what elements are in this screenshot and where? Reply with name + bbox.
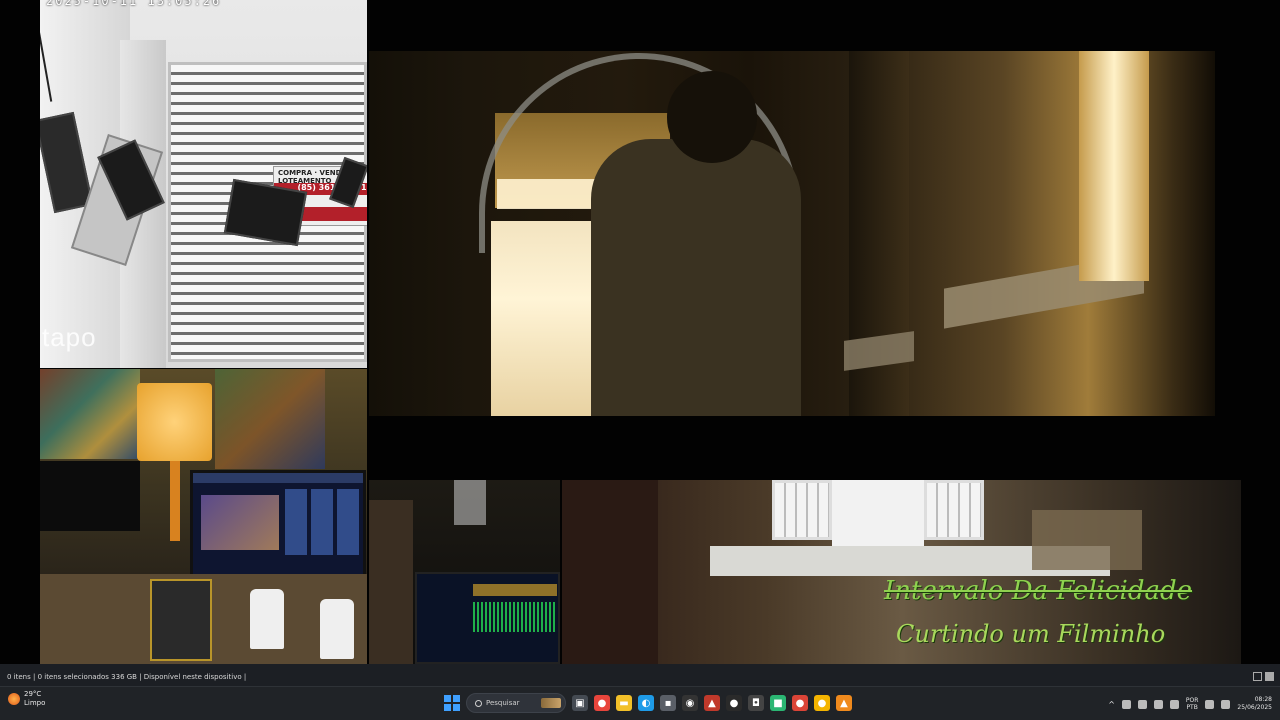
keyboard-layout: PTB bbox=[1186, 704, 1198, 711]
movie-sunlight-strip bbox=[1079, 51, 1149, 281]
weather-temp: 29°C bbox=[24, 690, 42, 698]
weather-condition: Limpo bbox=[24, 699, 46, 707]
clock[interactable]: 08:28 25/06/2025 bbox=[1237, 696, 1272, 712]
search-icon bbox=[475, 699, 482, 707]
lamp-stand bbox=[170, 461, 180, 541]
monitor-video-thumb bbox=[201, 495, 279, 550]
desk-window bbox=[772, 480, 832, 540]
language-indicator[interactable]: POR PTB bbox=[1186, 697, 1199, 711]
language-code: POR bbox=[1185, 697, 1199, 704]
bottle bbox=[250, 589, 284, 649]
cloud-icon[interactable] bbox=[1121, 699, 1131, 709]
clock-date: 25/06/2025 bbox=[1237, 704, 1272, 711]
start-button[interactable] bbox=[444, 695, 460, 711]
wall-art bbox=[215, 369, 325, 469]
pinned-apps: ▣ ● ▬ ◐ ▪ ◉ ▲ ● ◘ ■ ● ● ▲ bbox=[572, 695, 852, 711]
bottle bbox=[320, 599, 354, 659]
monitor-thumb-grid bbox=[285, 489, 361, 555]
desk-shelf bbox=[1032, 510, 1142, 570]
studio-audio-screen bbox=[415, 572, 560, 664]
search-box[interactable]: Pesquisar bbox=[466, 693, 566, 713]
camera-brand-logo: tapo bbox=[42, 322, 97, 352]
file-explorer-icon[interactable]: ▬ bbox=[616, 695, 632, 711]
tray-app-icon[interactable] bbox=[1169, 699, 1179, 709]
details-view-icon[interactable] bbox=[1253, 672, 1262, 681]
tiles-view-icon[interactable] bbox=[1265, 672, 1274, 681]
chrome-profile-icon[interactable]: ● bbox=[792, 695, 808, 711]
camera-timestamp: 2025-10-11 13:05:26 bbox=[46, 0, 222, 8]
movie-video-frame bbox=[369, 51, 1215, 416]
status-text: 0 itens | 0 itens selecionados 336 GB | … bbox=[7, 673, 247, 681]
chrome-icon[interactable]: ● bbox=[594, 695, 610, 711]
capture-icon[interactable]: ◘ bbox=[748, 695, 764, 711]
room-monitor bbox=[190, 470, 366, 590]
app-icon[interactable]: ▪ bbox=[660, 695, 676, 711]
task-view-icon[interactable]: ▣ bbox=[572, 695, 588, 711]
movie-figure-head bbox=[667, 71, 757, 163]
weather-widget[interactable]: 29°C Limpo bbox=[8, 690, 45, 708]
desk-window bbox=[924, 480, 984, 540]
audio-track bbox=[473, 584, 557, 596]
studio-camera-feed bbox=[369, 480, 560, 664]
monitor-off bbox=[40, 461, 140, 531]
vlc-icon[interactable]: ▲ bbox=[836, 695, 852, 711]
windows-logo-icon bbox=[444, 695, 451, 702]
taskbar: 29°C Limpo Pesquisar ▣ ● ▬ ◐ ▪ ◉ ▲ ● ◘ ■ ● ● ▲ ^ POR… bbox=[0, 686, 1280, 720]
system-tray: ^ POR PTB 08:28 25/06/2025 bbox=[1108, 691, 1272, 717]
edge-icon[interactable]: ◐ bbox=[638, 695, 654, 711]
volume-icon[interactable] bbox=[1221, 699, 1231, 709]
chevron-up-icon[interactable]: ^ bbox=[1108, 700, 1115, 709]
clock-time: 08:28 bbox=[1254, 696, 1272, 703]
wall-art bbox=[40, 369, 140, 459]
security-camera-feed: COMPRA · VENDA · LOTEAMENTO (85) 3615-81… bbox=[40, 0, 367, 368]
usb-icon[interactable] bbox=[1153, 699, 1163, 709]
movie-figure-body bbox=[591, 139, 801, 416]
room-camera-feed bbox=[40, 369, 367, 664]
studio-cabinet bbox=[369, 500, 413, 664]
overlay-subtitle: Curtindo um Filminho bbox=[896, 620, 1166, 648]
studio-post bbox=[454, 480, 486, 525]
chrome-alt-icon[interactable]: ● bbox=[814, 695, 830, 711]
desk-door bbox=[562, 480, 658, 664]
green-app-icon[interactable]: ■ bbox=[770, 695, 786, 711]
search-highlight-image bbox=[541, 698, 561, 708]
product-box bbox=[150, 579, 212, 661]
view-toggle bbox=[1253, 672, 1274, 681]
search-placeholder: Pesquisar bbox=[486, 699, 520, 707]
lamp-shade bbox=[137, 383, 212, 461]
audio-waveform bbox=[473, 602, 557, 632]
overlay-title: Intervalo Da Felicidade bbox=[884, 576, 1193, 606]
sun-icon bbox=[8, 693, 20, 705]
record-icon[interactable]: ● bbox=[726, 695, 742, 711]
obs-icon[interactable]: ◉ bbox=[682, 695, 698, 711]
wifi-icon[interactable] bbox=[1205, 699, 1215, 709]
taskbar-center: Pesquisar ▣ ● ▬ ◐ ▪ ◉ ▲ ● ◘ ■ ● ● ▲ bbox=[444, 691, 852, 715]
screen-content: COMPRA · VENDA · LOTEAMENTO (85) 3615-81… bbox=[0, 0, 1280, 664]
monitor-browser-bar bbox=[193, 473, 363, 483]
tray-app-icon[interactable] bbox=[1137, 699, 1147, 709]
desk-wall bbox=[832, 480, 924, 548]
media-icon[interactable]: ▲ bbox=[704, 695, 720, 711]
explorer-status-bar: 0 itens | 0 itens selecionados 336 GB | … bbox=[0, 664, 1280, 686]
